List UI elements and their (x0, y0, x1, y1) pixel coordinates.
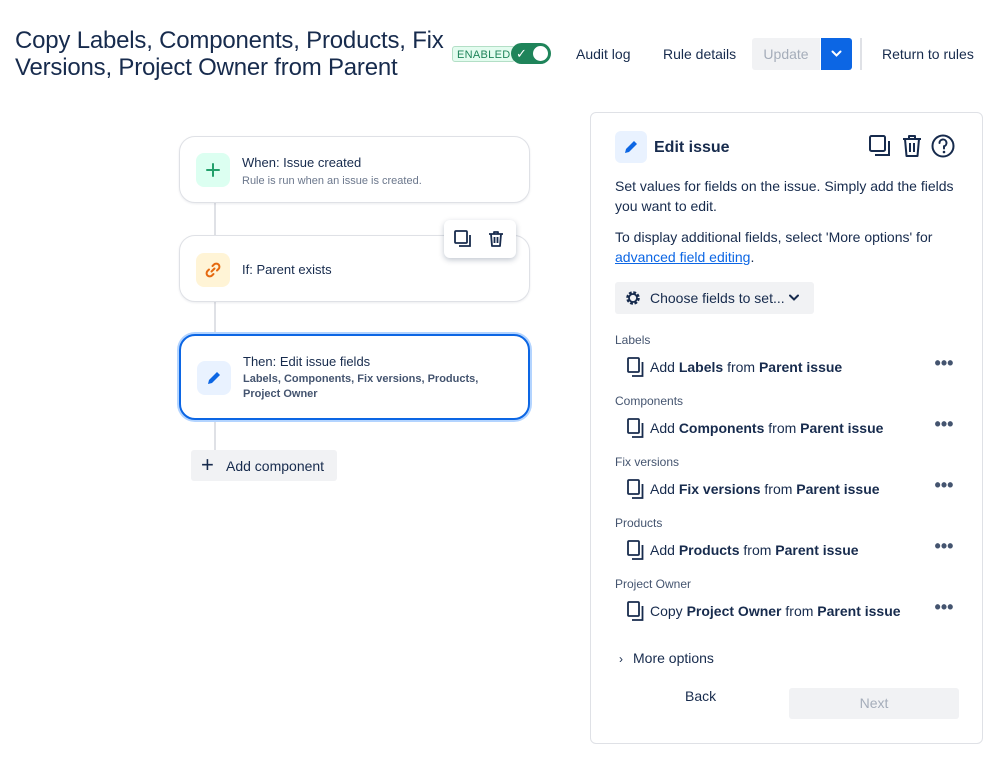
condition-title: If: Parent exists (242, 262, 332, 277)
plus-icon: + (201, 452, 214, 477)
description-suffix: . (750, 249, 755, 265)
field-row-project-owner[interactable]: Copy Project Owner from Parent issue ••• (615, 598, 965, 622)
add-component-label: Add component (226, 458, 325, 474)
field-source: Parent issue (817, 603, 901, 619)
chevron-down-icon (789, 294, 799, 301)
field-from: from (743, 542, 772, 558)
trigger-card[interactable]: When: Issue created Rule is run when an … (179, 136, 530, 203)
chevron-down-icon (831, 50, 842, 57)
field-verb: Add (650, 420, 675, 436)
field-name: Components (678, 420, 765, 436)
more-actions-icon[interactable]: ••• (933, 598, 955, 622)
field-source: Parent issue (796, 481, 880, 497)
field-row-products[interactable]: Add Products from Parent issue ••• (615, 537, 965, 561)
field-rule-text: Copy Project Owner from Parent issue (650, 603, 901, 619)
gear-icon (626, 291, 640, 305)
action-subtitle: Labels, Components, Fix versions, Produc… (243, 373, 479, 400)
field-from: from (764, 481, 793, 497)
return-to-rules-link[interactable]: Return to rules (882, 45, 974, 63)
field-from: from (768, 420, 797, 436)
checkmark-icon: ✓ (516, 46, 527, 61)
more-options-toggle[interactable]: › More options (619, 650, 714, 667)
field-name: Products (678, 542, 740, 558)
pencil-icon (197, 361, 231, 395)
field-label-fix-versions: Fix versions (615, 455, 680, 469)
choose-fields-label: Choose fields to set... (650, 290, 785, 306)
trash-icon[interactable] (486, 229, 506, 249)
field-rule-text: Add Labels from Parent issue (650, 359, 842, 375)
action-title: Then: Edit issue fields (243, 354, 371, 369)
field-source: Parent issue (758, 359, 843, 375)
card-actions-popover (444, 220, 516, 258)
panel-description-advanced: To display additional fields, select 'Mo… (615, 227, 965, 267)
enabled-status-badge: ENABLED (452, 46, 516, 62)
field-verb: Add (650, 359, 675, 375)
page-title: Copy Labels, Components, Products, Fix V… (15, 27, 444, 81)
field-rule-text: Add Fix versions from Parent issue (650, 481, 880, 497)
plus-icon (196, 153, 230, 187)
back-button[interactable]: Back (685, 688, 716, 704)
flow-connector (214, 419, 216, 451)
chevron-right-icon: › (619, 652, 623, 666)
field-verb: Copy (650, 603, 683, 619)
copy-icon (627, 357, 644, 377)
field-name: Project Owner (686, 603, 782, 619)
action-card[interactable]: Then: Edit issue fields Labels, Componen… (179, 334, 530, 420)
trash-icon[interactable] (899, 133, 925, 159)
trigger-title: When: Issue created (242, 155, 362, 170)
audit-log-link[interactable]: Audit log (576, 45, 630, 63)
description-text: To display additional fields, select 'Mo… (615, 229, 933, 245)
field-row-fix-versions[interactable]: Add Fix versions from Parent issue ••• (615, 476, 965, 500)
field-label-project-owner: Project Owner (615, 577, 692, 591)
update-button[interactable]: Update (752, 38, 820, 70)
more-actions-icon[interactable]: ••• (933, 476, 955, 500)
field-label-products: Products (615, 516, 663, 530)
field-row-labels[interactable]: Add Labels from Parent issue ••• (615, 354, 965, 378)
more-actions-icon[interactable]: ••• (933, 354, 955, 378)
field-label-labels: Labels (615, 333, 651, 347)
field-from: from (785, 603, 814, 619)
help-icon[interactable] (930, 133, 956, 159)
copy-icon (627, 479, 644, 499)
more-options-label: More options (633, 650, 714, 666)
next-button[interactable]: Next (789, 688, 959, 719)
link-icon (196, 253, 230, 287)
field-verb: Add (650, 542, 675, 558)
trigger-subtitle: Rule is run when an issue is created. (242, 175, 422, 187)
field-rule-text: Add Products from Parent issue (650, 542, 859, 558)
field-source: Parent issue (775, 542, 859, 558)
field-name: Labels (678, 359, 724, 375)
field-rule-text: Add Components from Parent issue (650, 420, 883, 436)
duplicate-icon[interactable] (867, 133, 893, 159)
flow-connector (214, 202, 216, 237)
update-dropdown-button[interactable] (821, 38, 852, 70)
field-row-components[interactable]: Add Components from Parent issue ••• (615, 415, 965, 439)
header-divider (860, 38, 862, 70)
pencil-icon (615, 131, 647, 163)
more-actions-icon[interactable]: ••• (933, 537, 955, 561)
duplicate-icon[interactable] (453, 229, 473, 249)
toggle-knob (533, 46, 548, 61)
copy-icon (627, 540, 644, 560)
more-actions-icon[interactable]: ••• (933, 415, 955, 439)
panel-description: Set values for fields on the issue. Simp… (615, 178, 954, 214)
field-from: from (727, 359, 756, 375)
flow-connector (214, 302, 216, 336)
rule-details-link[interactable]: Rule details (663, 45, 736, 63)
copy-icon (627, 418, 644, 438)
field-label-components: Components (615, 394, 684, 408)
copy-icon (627, 601, 644, 621)
field-source: Parent issue (800, 420, 884, 436)
rule-enabled-toggle[interactable]: ✓ (511, 43, 551, 64)
field-verb: Add (650, 481, 675, 497)
add-component-button[interactable]: + Add component (191, 450, 337, 481)
edit-issue-panel: Edit issue Set values for fields on the … (590, 112, 983, 744)
field-name: Fix versions (678, 481, 761, 497)
advanced-field-editing-link[interactable]: advanced field editing (615, 249, 750, 265)
panel-title: Edit issue (654, 139, 730, 156)
choose-fields-button[interactable]: Choose fields to set... (615, 282, 814, 314)
